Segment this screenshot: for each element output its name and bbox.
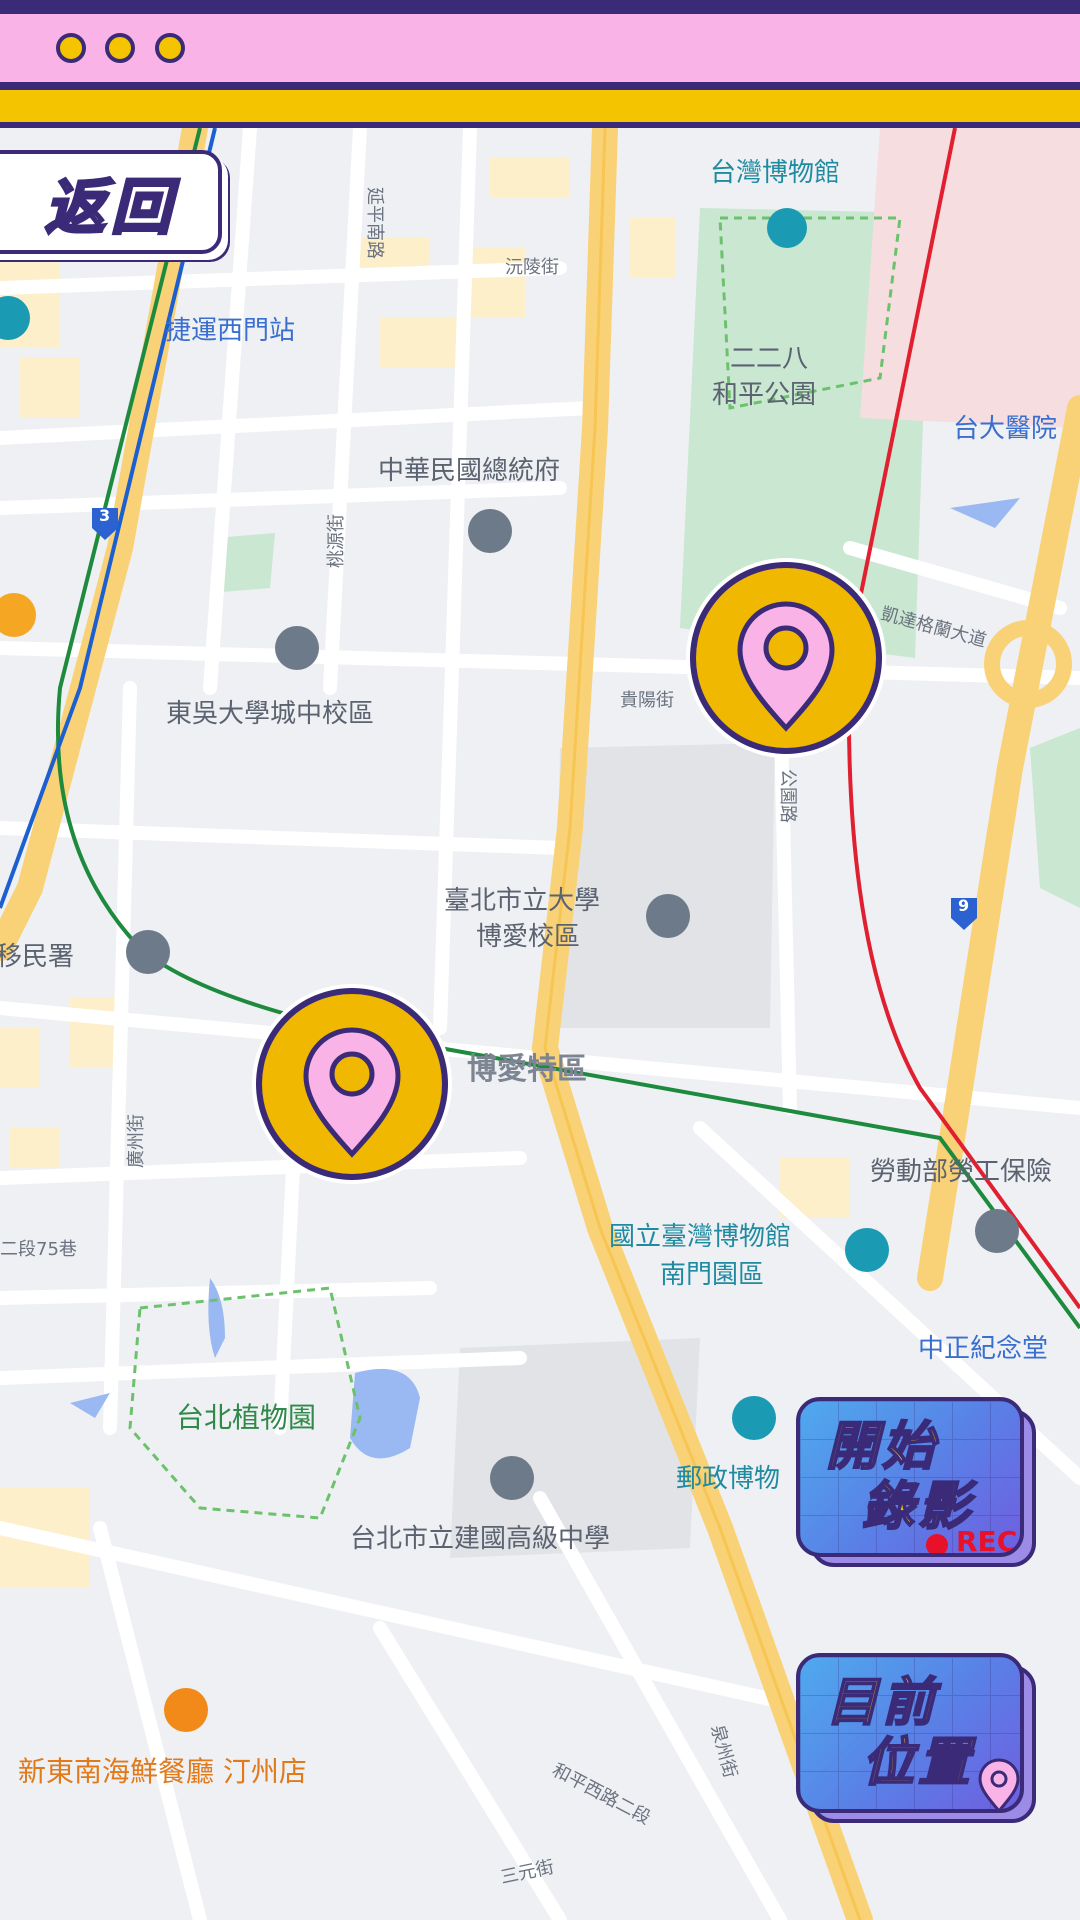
map-label-labor-ministry: 勞動部勞工保險 <box>870 1157 1053 1187</box>
map-label-botanical-garden: 台北植物園 <box>176 1401 317 1434</box>
window-dot-2[interactable] <box>105 33 135 63</box>
map-pin-1[interactable] <box>686 558 886 758</box>
map-pin-2[interactable] <box>252 984 452 1184</box>
window-title-bar <box>0 14 1080 90</box>
start-recording-button[interactable]: 開始 錄影 REC <box>796 1397 1036 1567</box>
park-area-right <box>1030 728 1080 908</box>
map-label-peace-park-1: 二二八 <box>730 344 809 374</box>
map-label-guiyang-st: 貴陽街 <box>620 690 674 711</box>
map-label-postal-museum: 郵政博物 <box>676 1464 781 1494</box>
route-number-9: 9 <box>958 896 970 915</box>
map-label-ntu-hospital: 台大醫院 <box>953 414 1058 444</box>
map-label-taoyuan-st: 桃源街 <box>326 514 347 568</box>
map-view[interactable]: 台灣博物館 捷運西門站 二二八 和平公園 台大醫院 中華民國總統府 東吳大學城中… <box>0 128 1080 1920</box>
location-pin-icon <box>303 1027 401 1158</box>
location-button-line1: 目前 <box>825 1673 939 1733</box>
location-pin-icon <box>978 1758 1020 1809</box>
map-label-taiwan-museum: 台灣博物館 <box>710 158 841 188</box>
back-button[interactable]: 返回 <box>0 150 222 254</box>
map-label-soochow-univ: 東吳大學城中校區 <box>166 699 375 729</box>
map-label-peace-park-2: 和平公園 <box>712 380 817 410</box>
window-top-border <box>0 0 1080 14</box>
back-button-label: 返回 <box>44 171 177 244</box>
window-dot-1[interactable] <box>56 33 86 63</box>
record-button-line1: 開始 <box>825 1417 939 1477</box>
rec-badge: REC <box>956 1525 1018 1557</box>
map-label-utaipei-2: 博愛校區 <box>476 922 581 952</box>
map-label-boai-zone: 博愛特區 <box>467 1052 587 1087</box>
location-pin-icon <box>737 601 835 732</box>
map-label-jianguo-hs: 台北市立建國高級中學 <box>350 1524 611 1554</box>
rec-dot-icon <box>926 1534 948 1553</box>
location-button-line2: 位置 <box>861 1733 975 1793</box>
map-label-guangzhou-st: 廣州街 <box>126 1114 147 1168</box>
map-label-yanping-s-rd: 延平南路 <box>364 187 385 259</box>
current-location-button[interactable]: 目前 位置 <box>796 1653 1036 1823</box>
window-dot-3[interactable] <box>155 33 185 63</box>
map-label-utaipei-1: 臺北市立大學 <box>444 886 601 916</box>
water-feature <box>950 498 1020 528</box>
map-label-ntm-nanmen-2: 南門園區 <box>660 1260 765 1290</box>
map-canvas <box>0 128 1080 1920</box>
route-number-3: 3 <box>99 506 111 525</box>
map-label-gongyuan-rd: 公園路 <box>777 769 798 823</box>
map-label-lane75: 二段75巷 <box>0 1239 77 1260</box>
map-label-ntm-nanmen-1: 國立臺灣博物館 <box>609 1222 792 1252</box>
map-label-cks-memorial: 中正紀念堂 <box>918 1334 1049 1364</box>
map-label-yuanling-st: 沅陵街 <box>505 257 559 278</box>
map-label-immigration: 移民署 <box>0 942 75 972</box>
window-accent-bar <box>0 90 1080 128</box>
map-label-ximen-station: 捷運西門站 <box>165 316 296 346</box>
map-label-seafood-restaurant: 新東南海鮮餐廳 汀州店 <box>18 1755 307 1788</box>
map-label-presidential-office: 中華民國總統府 <box>378 456 561 486</box>
botanical-pond <box>350 1368 420 1459</box>
